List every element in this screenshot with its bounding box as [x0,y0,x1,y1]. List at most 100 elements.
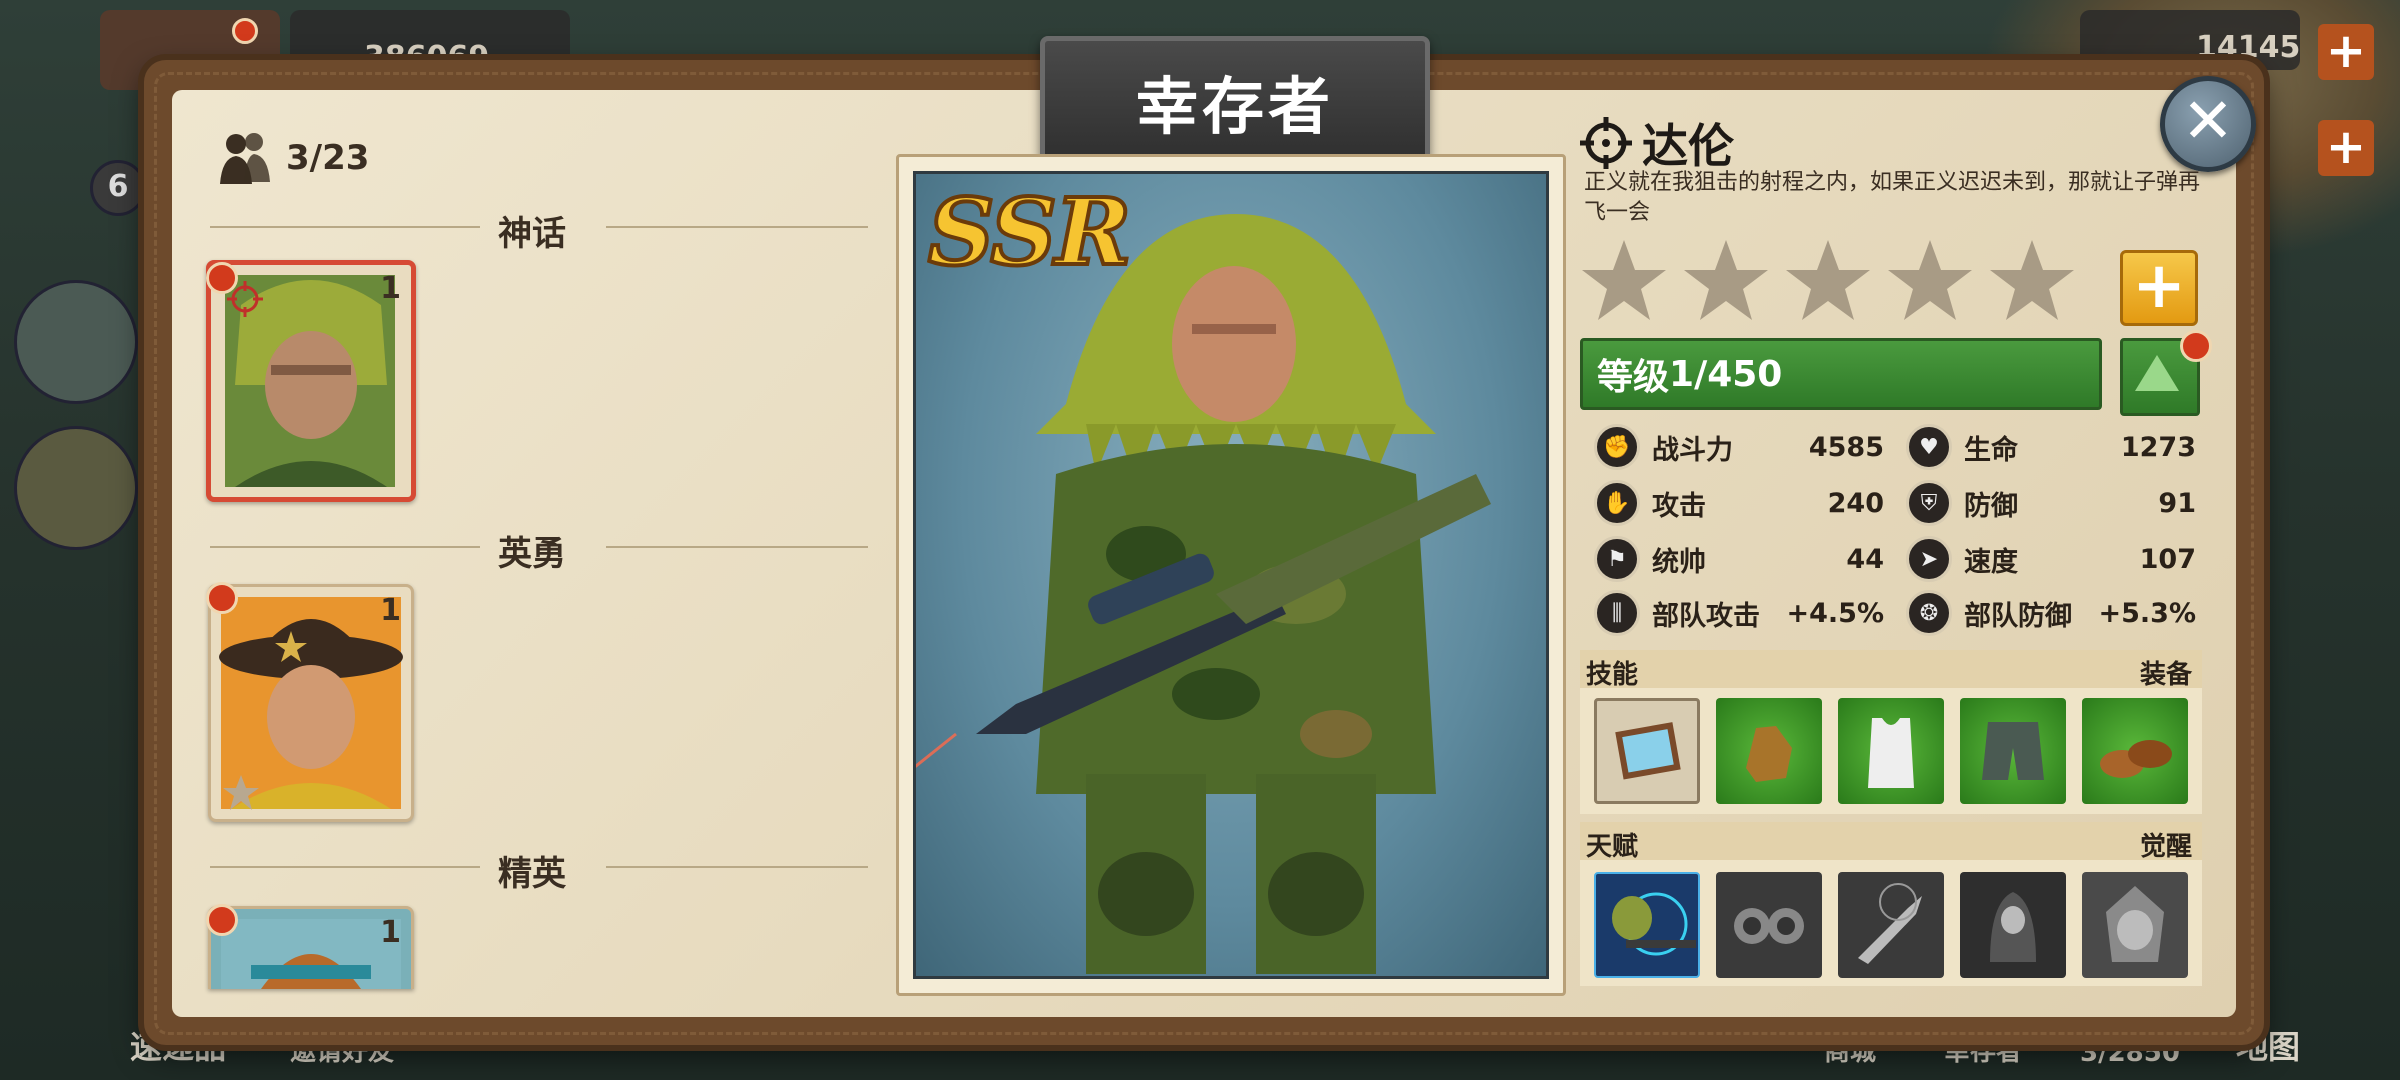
vest-icon [1868,718,1914,788]
talent-slot-binoculars[interactable] [1716,872,1822,978]
skills-header: 技能 装备 [1580,650,2202,690]
stat-value: 44 [1846,543,1884,575]
side-event-icon-1[interactable] [14,280,138,404]
warrior-icon [2106,886,2164,962]
equip-slot-gloves[interactable] [1716,698,1822,804]
stat-value: 4585 [1808,431,1884,463]
binoculars-icon [1734,908,1804,944]
level-value: 1/450 [1669,353,1783,395]
stat-value: 1273 [2120,431,2196,463]
troop-defense-icon: ❂ [1906,590,1952,636]
star-rating [1580,238,2076,322]
command-icon: ⚑ [1594,536,1640,582]
troop-attack-icon: ⫼ [1594,590,1640,636]
side-event-icon-2[interactable] [14,426,138,550]
stat-defense: ⛨ 防御 91 [1906,478,2196,528]
stat-name: 防御 [1964,490,2018,522]
section-label: 精英 [498,854,566,894]
resource-plus-button[interactable]: + [2318,120,2374,176]
level-bar: 等级 1/450 [1580,338,2102,410]
survivors-icon [220,133,270,184]
talent-slot-sniper[interactable] [1594,872,1700,978]
shield-icon: ⛨ [1906,480,1952,526]
stat-health: ♥ 生命 1273 [1906,422,2196,472]
stat-speed: ➤ 速度 107 [1906,534,2196,584]
speed-icon: ➤ [1906,536,1952,582]
stat-value: +4.5% [1786,597,1884,629]
skills-label: 技能 [1586,660,1639,690]
shorts-icon [1982,722,2044,780]
stat-attack: ✋ 攻击 240 [1594,478,1884,528]
bullet-icon [1858,883,1922,964]
star-icon [1684,240,1768,320]
stat-name: 部队防御 [1964,600,2072,632]
star-upgrade-button[interactable]: + [2120,250,2198,326]
mirror-skill-icon [1615,722,1681,780]
divider [606,866,868,868]
stat-name: 生命 [1964,434,2018,466]
card-level: 1 [380,915,401,950]
gold-plus-button[interactable]: + [2318,24,2374,80]
survivor-card-elite[interactable]: 1 [208,906,414,989]
stat-name: 统帅 [1652,546,1706,578]
hero-name-row: 达伦 [1580,110,1734,176]
level-value: 6 [107,169,129,204]
panel-title: 幸存者 [1135,70,1334,143]
level-label: 等级 [1597,357,1670,398]
attack-icon: ✋ [1594,480,1640,526]
talent-slot-bullet[interactable] [1838,872,1944,978]
close-icon: ✕ [2182,84,2234,157]
heart-icon: ♥ [1906,424,1952,470]
survivor-count-row: 3/23 [214,130,369,186]
hero-portrait: SSR [913,171,1549,979]
star-icon [1888,240,1972,320]
talent-header: 天赋 觉醒 [1580,822,2202,862]
card-notification-dot [206,582,238,614]
sniper-hero-art [916,214,1491,974]
card-notification-dot [206,904,238,936]
equip-slot-sandals[interactable] [2082,698,2188,804]
stat-name: 部队攻击 [1652,600,1760,632]
hero-name: 达伦 [1642,119,1734,173]
panel-title-plate: 幸存者 [1040,36,1430,166]
sniper-class-icon [1580,117,1632,169]
stat-name: 战斗力 [1652,434,1733,466]
card-level: 1 [380,593,401,628]
hero-quote: 正义就在我狙击的射程之内，如果正义迟迟未到，那就让子弹再飞一会 [1584,170,2201,225]
section-label: 神话 [498,214,566,254]
rarity-badge: SSR [926,176,1133,288]
section-mythic: 神话 [210,206,870,254]
power-icon: ✊ [1594,424,1640,470]
stat-value: +5.3% [2098,597,2196,629]
equip-slot-vest[interactable] [1838,698,1944,804]
divider [210,866,480,868]
talent-label: 天赋 [1586,832,1639,862]
notification-dot [232,18,258,44]
close-button[interactable]: ✕ [2160,76,2256,172]
sniper-talent-icon [1612,892,1696,956]
equip-slot-shorts[interactable] [1960,698,2066,804]
stat-command: ⚑ 统帅 44 [1594,534,1884,584]
divider [210,546,480,548]
hero-portrait-frame: SSR [896,154,1566,996]
survivor-count: 3/23 [286,138,370,178]
stat-name: 速度 [1964,546,2018,578]
awaken-slot-warrior[interactable] [2082,872,2188,978]
star-icon [1582,240,1666,320]
stat-value: 91 [2158,487,2196,519]
awaken-label: 觉醒 [2139,832,2192,862]
divider [606,546,868,548]
skill-slot-mirror[interactable] [1594,698,1700,804]
survivor-card-sniper[interactable]: 1 [206,260,416,502]
section-label: 英勇 [498,534,566,574]
star-icon [1990,240,2074,320]
section-heroic: 英勇 [210,526,870,574]
gloves-icon [1746,726,1792,782]
talent-slot-reaper[interactable] [1960,872,2066,978]
reaper-icon [1990,892,2036,962]
stat-name: 攻击 [1652,490,1706,522]
divider [210,226,480,228]
survivor-card-cowboy[interactable]: 1 [208,584,414,822]
stat-value: 107 [2139,543,2196,575]
level-badge: 6 [90,160,146,216]
